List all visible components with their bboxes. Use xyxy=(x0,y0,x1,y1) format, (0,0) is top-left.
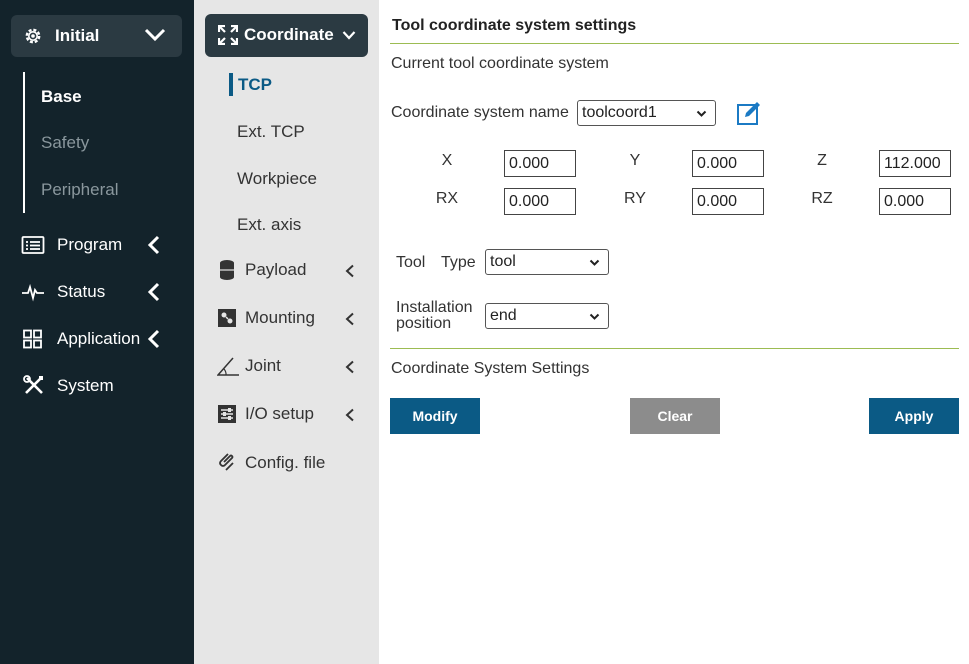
rz-label: RZ xyxy=(811,190,833,207)
divider xyxy=(390,43,959,44)
rx-input[interactable]: 0.000 xyxy=(504,188,576,215)
sidebar-item-system[interactable]: System xyxy=(21,373,171,399)
midnav-item-io-setup[interactable]: I/O setup xyxy=(217,402,367,426)
chevron-left-icon xyxy=(147,235,160,255)
chevron-left-icon xyxy=(345,408,354,422)
chevron-down-icon xyxy=(589,259,600,266)
sidebar-sub-base[interactable]: Base xyxy=(41,87,82,107)
sidebar-item-label: System xyxy=(57,376,114,395)
gear-icon xyxy=(25,28,41,44)
settings-section-label: Coordinate System Settings xyxy=(391,360,590,377)
installation-label-line1: Installation xyxy=(396,299,473,316)
midnav-item-payload[interactable]: Payload xyxy=(217,258,367,282)
sidebar-item-label: Application xyxy=(57,329,141,348)
x-label: X xyxy=(441,152,453,169)
chevron-left-icon xyxy=(345,264,354,278)
config-file-icon xyxy=(219,453,234,471)
active-tab-indicator xyxy=(229,73,233,96)
tool-type-value: tool xyxy=(490,253,516,270)
apply-button[interactable]: Apply xyxy=(869,398,959,434)
pulse-icon xyxy=(22,283,44,302)
rz-input[interactable]: 0.000 xyxy=(879,188,951,215)
coord-name-select[interactable]: toolcoord1 xyxy=(577,100,716,126)
sidebar-item-label: Program xyxy=(57,235,123,254)
chevron-left-icon xyxy=(147,282,160,302)
tools-icon xyxy=(23,375,43,394)
midnav-item-label: I/O setup xyxy=(245,404,314,423)
chevron-down-icon xyxy=(696,110,707,117)
chevron-down-icon xyxy=(589,313,600,320)
chevron-left-icon xyxy=(345,312,354,326)
sidebar-sub-safety[interactable]: Safety xyxy=(41,133,89,153)
coordinate-menu-button[interactable]: Coordinate xyxy=(205,14,368,57)
installation-label-line2: position xyxy=(396,315,452,332)
y-label: Y xyxy=(629,152,641,169)
tool-type-select[interactable]: tool xyxy=(485,249,609,275)
submenu-tcp[interactable]: TCP xyxy=(238,75,272,95)
submenu-workpiece[interactable]: Workpiece xyxy=(237,169,317,189)
midnav-item-label: Mounting xyxy=(245,308,315,327)
expand-arrows-icon xyxy=(218,25,238,45)
coordinate-submenu: Coordinate TCP Ext. TCP Workpiece Ext. a… xyxy=(194,0,379,664)
list-icon xyxy=(21,236,45,254)
payload-icon xyxy=(220,260,234,280)
sidebar-item-application[interactable]: Application xyxy=(21,326,171,352)
joint-angle-icon xyxy=(217,357,239,376)
modify-button[interactable]: Modify xyxy=(390,398,480,434)
ry-label: RY xyxy=(624,190,646,207)
sidebar-item-status[interactable]: Status xyxy=(21,279,171,305)
tool-coordinate-panel: Tool coordinate system settings Current … xyxy=(379,0,969,664)
coord-name-label: Coordinate system name xyxy=(391,104,569,121)
rx-label: RX xyxy=(435,190,459,207)
ry-input[interactable]: 0.000 xyxy=(692,188,764,215)
installation-position-value: end xyxy=(490,307,517,324)
z-label: Z xyxy=(817,152,827,169)
type-label: Type xyxy=(441,254,476,271)
initial-label: Initial xyxy=(55,26,100,45)
installation-position-select[interactable]: end xyxy=(485,303,609,329)
chevron-down-icon xyxy=(342,31,356,40)
installation-label: Installation position xyxy=(396,300,473,332)
submenu-ext-tcp[interactable]: Ext. TCP xyxy=(237,122,305,142)
initial-menu-button[interactable]: Initial xyxy=(11,15,182,57)
main-sidebar: Initial Base Safety Peripheral Program S… xyxy=(0,0,194,664)
chevron-down-icon xyxy=(144,28,166,42)
chevron-left-icon xyxy=(147,329,160,349)
coordinate-label: Coordinate xyxy=(244,25,334,44)
coord-name-value: toolcoord1 xyxy=(582,104,657,121)
y-input[interactable]: 0.000 xyxy=(692,150,764,177)
midnav-item-joint[interactable]: Joint xyxy=(217,354,367,378)
page-title: Tool coordinate system settings xyxy=(392,17,637,34)
midnav-item-mounting[interactable]: Mounting xyxy=(217,306,367,330)
tool-label: Tool xyxy=(396,254,426,271)
sidebar-item-label: Status xyxy=(57,282,106,301)
x-input[interactable]: 0.000 xyxy=(504,150,576,177)
sidebar-sub-peripheral[interactable]: Peripheral xyxy=(41,180,119,200)
submenu-ext-axis[interactable]: Ext. axis xyxy=(237,215,301,235)
midnav-item-config-file[interactable]: Config. file xyxy=(217,451,367,475)
divider xyxy=(390,348,959,349)
io-setup-icon xyxy=(218,405,236,423)
midnav-item-label: Joint xyxy=(245,356,281,375)
edit-icon[interactable] xyxy=(736,100,762,126)
current-system-label: Current tool coordinate system xyxy=(391,55,609,72)
clear-button[interactable]: Clear xyxy=(630,398,720,434)
midnav-item-label: Config. file xyxy=(245,453,326,472)
grid-icon xyxy=(23,329,42,349)
chevron-left-icon xyxy=(345,360,354,374)
mounting-icon xyxy=(218,309,236,327)
submenu-indicator-line xyxy=(23,72,25,213)
midnav-item-label: Payload xyxy=(245,260,307,279)
sidebar-item-program[interactable]: Program xyxy=(21,232,171,258)
z-input[interactable]: 112.000 xyxy=(879,150,951,177)
